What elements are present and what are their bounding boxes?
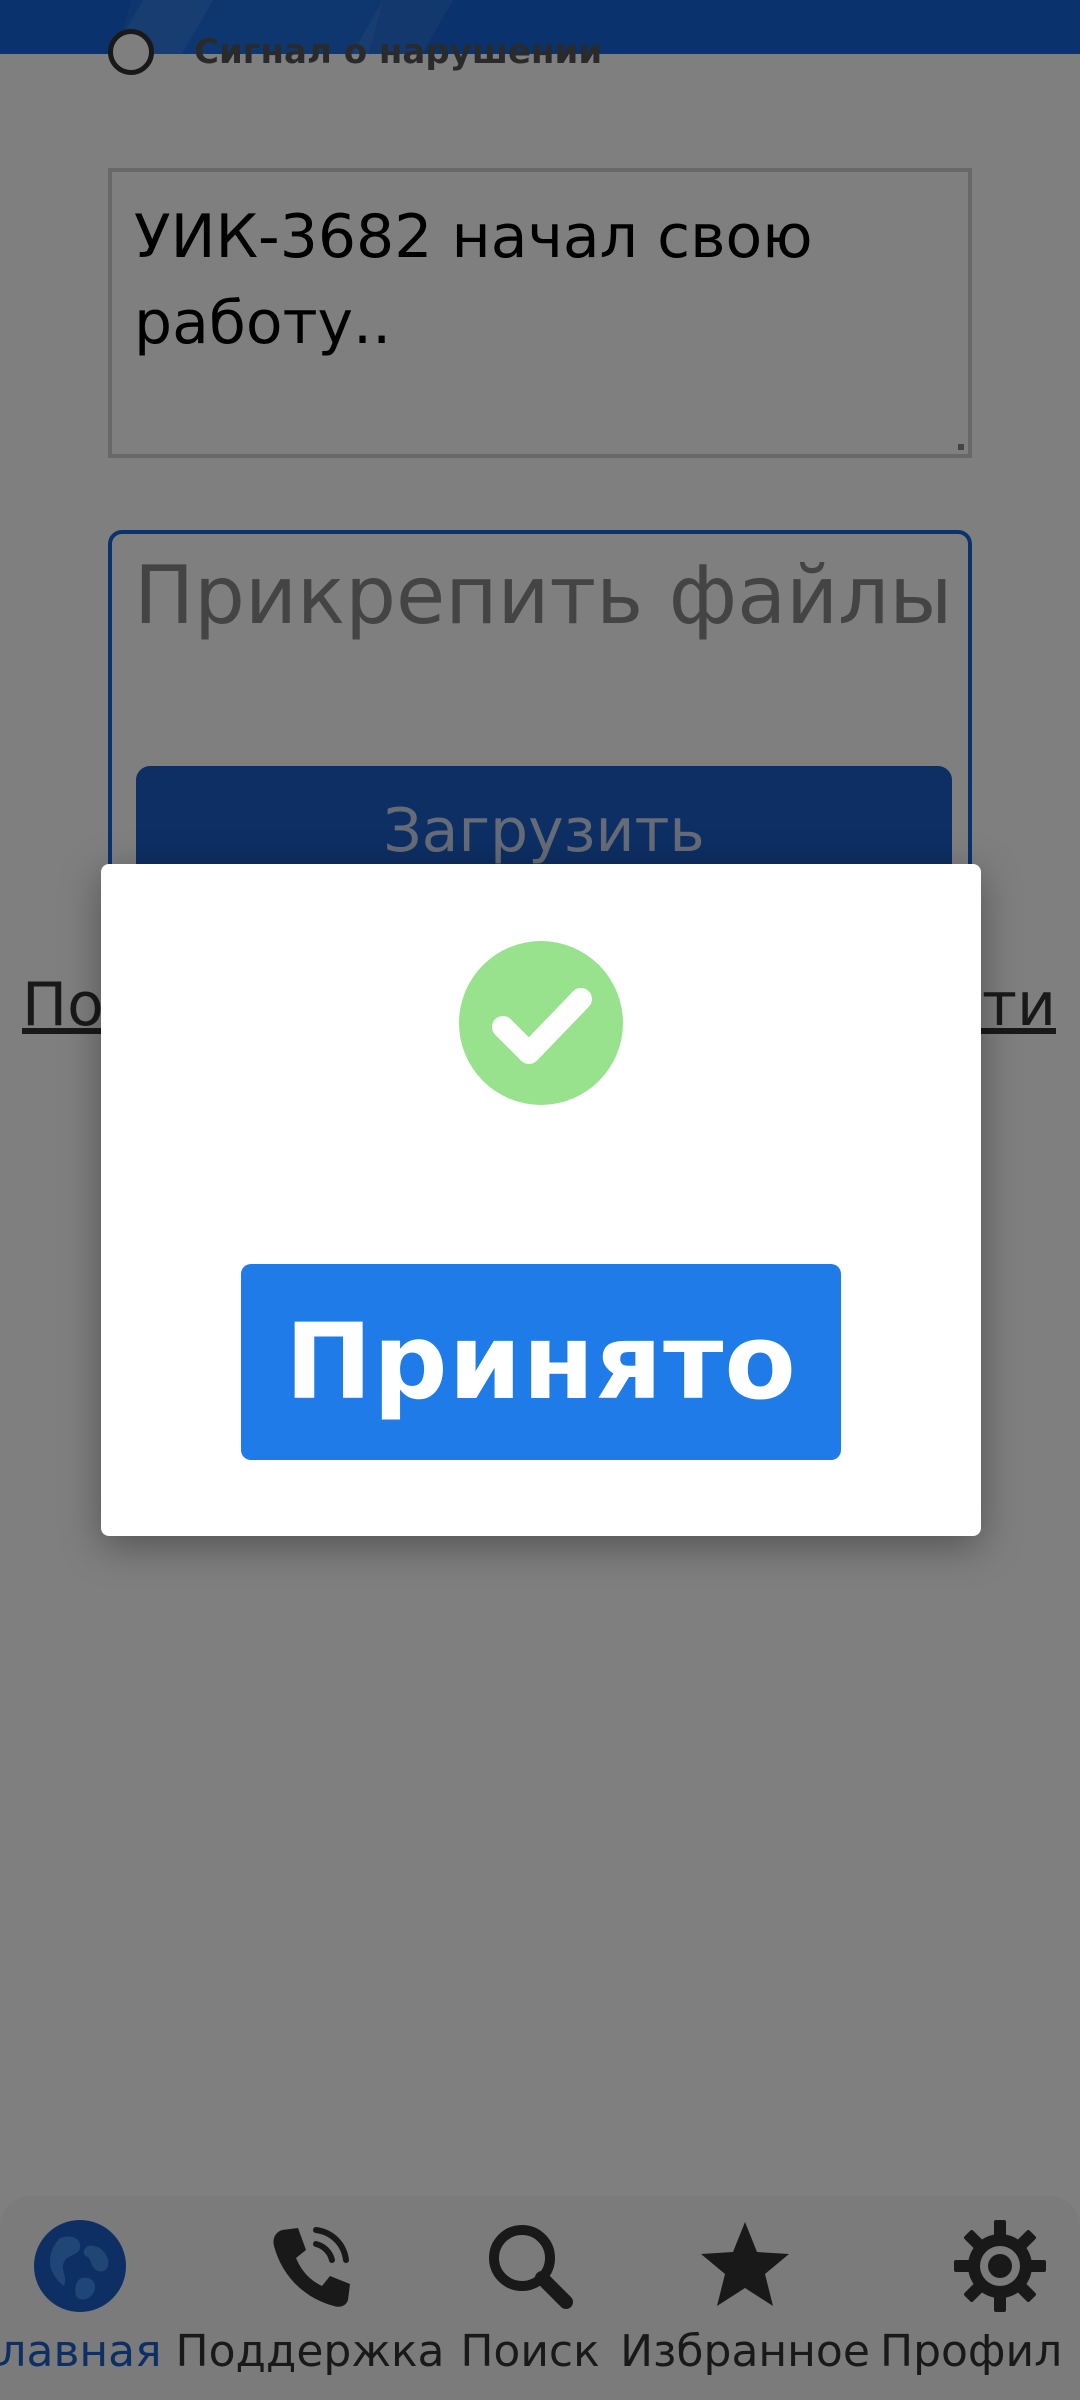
check-circle-icon — [459, 941, 623, 1105]
accept-button[interactable]: Принято — [241, 1264, 841, 1460]
success-dialog: Принято — [101, 864, 981, 1536]
